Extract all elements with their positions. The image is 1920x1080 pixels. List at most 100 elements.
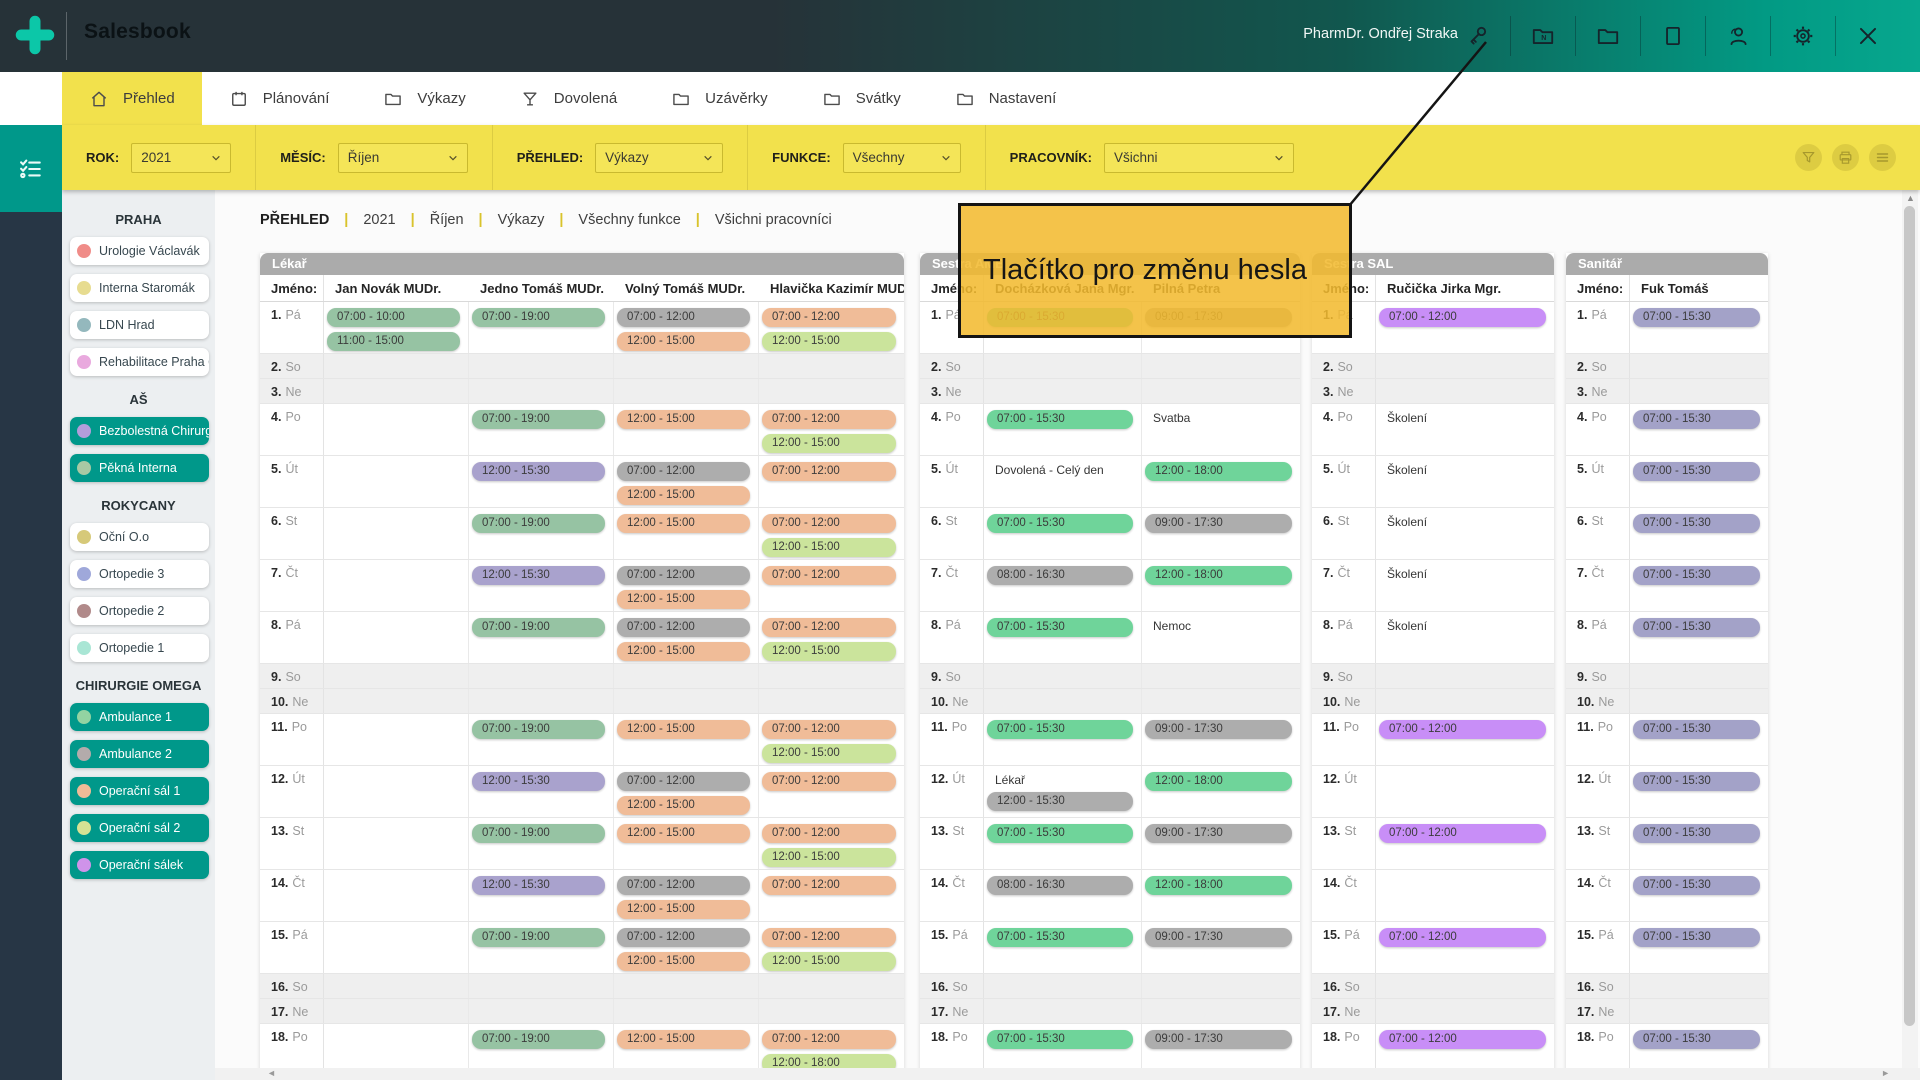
shift-note[interactable]: Školení bbox=[1379, 411, 1546, 425]
shift-chip[interactable]: 07:00 - 12:00 bbox=[762, 928, 896, 947]
shift-chip[interactable]: 12:00 - 15:00 bbox=[617, 952, 750, 971]
tab-planovani[interactable]: Plánování bbox=[202, 72, 357, 125]
shift-chip[interactable]: 12:00 - 15:00 bbox=[762, 332, 896, 351]
shift-chip[interactable]: 12:00 - 15:30 bbox=[472, 462, 605, 481]
shift-chip[interactable]: 07:00 - 12:00 bbox=[617, 772, 750, 791]
shift-chip[interactable]: 07:00 - 15:30 bbox=[1633, 928, 1760, 947]
shift-chip[interactable]: 07:00 - 19:00 bbox=[472, 514, 605, 533]
funkce-select[interactable]: Všechny bbox=[843, 143, 961, 173]
sidebar-item-operacni-salek[interactable]: Operační sálek bbox=[70, 851, 209, 879]
shift-note[interactable]: Svatba bbox=[1145, 411, 1292, 425]
shift-chip[interactable]: 12:00 - 15:00 bbox=[762, 642, 896, 661]
shift-chip[interactable]: 07:00 - 19:00 bbox=[472, 308, 605, 327]
shift-chip[interactable]: 12:00 - 15:00 bbox=[617, 486, 750, 505]
shift-chip[interactable]: 07:00 - 12:00 bbox=[762, 618, 896, 637]
shift-chip[interactable]: 07:00 - 19:00 bbox=[472, 928, 605, 947]
shift-chip[interactable]: 12:00 - 15:00 bbox=[617, 796, 750, 815]
sidebar-item-ambulance-2[interactable]: Ambulance 2 bbox=[70, 740, 209, 768]
scroll-left-icon[interactable]: ◄ bbox=[267, 1068, 276, 1078]
print-tool-button[interactable] bbox=[1832, 144, 1859, 171]
shift-chip[interactable]: 07:00 - 12:00 bbox=[1379, 308, 1546, 327]
shift-chip[interactable]: 08:00 - 16:30 bbox=[987, 876, 1133, 895]
shift-chip[interactable]: 07:00 - 12:00 bbox=[617, 928, 750, 947]
shift-chip[interactable]: 12:00 - 15:30 bbox=[472, 876, 605, 895]
shift-chip[interactable]: 07:00 - 10:00 bbox=[327, 308, 460, 327]
shift-chip[interactable]: 12:00 - 15:00 bbox=[762, 952, 896, 971]
settings-button[interactable] bbox=[1771, 0, 1835, 72]
shift-chip[interactable]: 12:00 - 15:00 bbox=[617, 824, 750, 843]
sidebar-item-operacni-sal-1[interactable]: Operační sál 1 bbox=[70, 777, 209, 805]
shift-chip[interactable]: 12:00 - 15:30 bbox=[472, 772, 605, 791]
shift-chip[interactable]: 09:00 - 17:30 bbox=[1145, 824, 1292, 843]
shift-chip[interactable]: 07:00 - 19:00 bbox=[472, 720, 605, 739]
menu-tool-button[interactable] bbox=[1869, 144, 1896, 171]
shift-chip[interactable]: 12:00 - 18:00 bbox=[1145, 462, 1292, 481]
shift-chip[interactable]: 07:00 - 12:00 bbox=[617, 566, 750, 585]
shift-chip[interactable]: 07:00 - 15:30 bbox=[987, 618, 1133, 637]
shift-chip[interactable]: 07:00 - 12:00 bbox=[762, 824, 896, 843]
shift-chip[interactable]: 07:00 - 19:00 bbox=[472, 618, 605, 637]
shift-chip[interactable]: 07:00 - 15:30 bbox=[1633, 566, 1760, 585]
sidebar-item-ortopedie-3[interactable]: Ortopedie 3 bbox=[70, 560, 209, 588]
shift-chip[interactable]: 12:00 - 15:00 bbox=[762, 434, 896, 453]
sidebar-item-pekna-interna[interactable]: Pěkná Interna bbox=[70, 454, 209, 482]
shift-chip[interactable]: 07:00 - 12:00 bbox=[1379, 1030, 1546, 1049]
shift-chip[interactable]: 07:00 - 12:00 bbox=[1379, 824, 1546, 843]
shift-chip[interactable]: 12:00 - 15:00 bbox=[617, 514, 750, 533]
shift-chip[interactable]: 12:00 - 18:00 bbox=[1145, 772, 1292, 791]
shift-chip[interactable]: 07:00 - 12:00 bbox=[762, 720, 896, 739]
shift-chip[interactable]: 09:00 - 17:30 bbox=[1145, 720, 1292, 739]
shift-chip[interactable]: 07:00 - 12:00 bbox=[762, 514, 896, 533]
vertical-scroll-thumb[interactable] bbox=[1904, 206, 1915, 1026]
shift-chip[interactable]: 07:00 - 12:00 bbox=[762, 1030, 896, 1049]
shift-chip[interactable]: 07:00 - 12:00 bbox=[617, 462, 750, 481]
rail-checklist-button[interactable] bbox=[0, 125, 62, 212]
shift-chip[interactable]: 12:00 - 15:00 bbox=[617, 1030, 750, 1049]
sidebar-item-bezbolestna-chirurgie[interactable]: Bezbolestná Chirurgie bbox=[70, 417, 209, 445]
sidebar-item-ocni-o-o[interactable]: Oční O.o bbox=[70, 523, 209, 551]
mesic-select[interactable]: Říjen bbox=[338, 143, 468, 173]
shift-chip[interactable]: 12:00 - 15:00 bbox=[617, 720, 750, 739]
shift-chip[interactable]: 07:00 - 12:00 bbox=[762, 566, 896, 585]
sidebar-item-rehabilitace-praha-6[interactable]: Rehabilitace Praha 6 bbox=[70, 348, 209, 376]
shift-chip[interactable]: 07:00 - 15:30 bbox=[1633, 876, 1760, 895]
tab-svatky[interactable]: Svátky bbox=[795, 72, 928, 125]
sidebar-item-ortopedie-1[interactable]: Ortopedie 1 bbox=[70, 634, 209, 662]
shift-chip[interactable]: 07:00 - 12:00 bbox=[762, 462, 896, 481]
shift-chip[interactable]: 07:00 - 15:30 bbox=[987, 410, 1133, 429]
shift-chip[interactable]: 09:00 - 17:30 bbox=[1145, 514, 1292, 533]
shift-chip[interactable]: 07:00 - 15:30 bbox=[1633, 410, 1760, 429]
shift-chip[interactable]: 12:00 - 15:00 bbox=[762, 538, 896, 557]
shift-chip[interactable]: 07:00 - 12:00 bbox=[1379, 928, 1546, 947]
shift-chip[interactable]: 07:00 - 15:30 bbox=[987, 824, 1133, 843]
shift-chip[interactable]: 12:00 - 15:00 bbox=[617, 410, 750, 429]
shift-chip[interactable]: 12:00 - 15:00 bbox=[762, 744, 896, 763]
scroll-right-icon[interactable]: ► bbox=[1881, 1068, 1890, 1078]
shift-chip[interactable]: 12:00 - 15:00 bbox=[617, 642, 750, 661]
change-password-button[interactable] bbox=[1446, 0, 1510, 72]
shift-note[interactable]: Školení bbox=[1379, 515, 1546, 529]
shift-chip[interactable]: 12:00 - 18:00 bbox=[1145, 566, 1292, 585]
shift-note[interactable]: Školení bbox=[1379, 463, 1546, 477]
shift-note[interactable]: Školení bbox=[1379, 567, 1546, 581]
shift-chip[interactable]: 07:00 - 12:00 bbox=[762, 876, 896, 895]
shift-chip[interactable]: 07:00 - 15:30 bbox=[1633, 462, 1760, 481]
tab-nastaveni[interactable]: Nastavení bbox=[928, 72, 1084, 125]
tab-dovolena[interactable]: Dovolená bbox=[493, 72, 644, 125]
shift-chip[interactable]: 07:00 - 19:00 bbox=[472, 824, 605, 843]
shift-chip[interactable]: 07:00 - 15:30 bbox=[1633, 514, 1760, 533]
close-button[interactable] bbox=[1836, 0, 1900, 72]
shift-chip[interactable]: 12:00 - 15:00 bbox=[617, 332, 750, 351]
pracovnik-select[interactable]: Všichni bbox=[1104, 143, 1294, 173]
shift-chip[interactable]: 07:00 - 15:30 bbox=[1633, 772, 1760, 791]
folder-n-button[interactable]: N bbox=[1511, 0, 1575, 72]
shift-chip[interactable]: 07:00 - 12:00 bbox=[1379, 720, 1546, 739]
sidebar-item-urologie-vaclavak[interactable]: Urologie Václavák bbox=[70, 237, 209, 265]
shift-chip[interactable]: 07:00 - 15:30 bbox=[987, 720, 1133, 739]
horizontal-scrollbar[interactable]: ◄ ► bbox=[215, 1068, 1920, 1080]
shift-note[interactable]: Dovolená - Celý den bbox=[987, 463, 1133, 477]
shift-chip[interactable]: 07:00 - 15:30 bbox=[1633, 824, 1760, 843]
sidebar-item-operacni-sal-2[interactable]: Operační sál 2 bbox=[70, 814, 209, 842]
scroll-up-icon[interactable]: ▲ bbox=[1906, 193, 1915, 203]
vertical-scrollbar[interactable]: ▲ bbox=[1902, 190, 1918, 1068]
